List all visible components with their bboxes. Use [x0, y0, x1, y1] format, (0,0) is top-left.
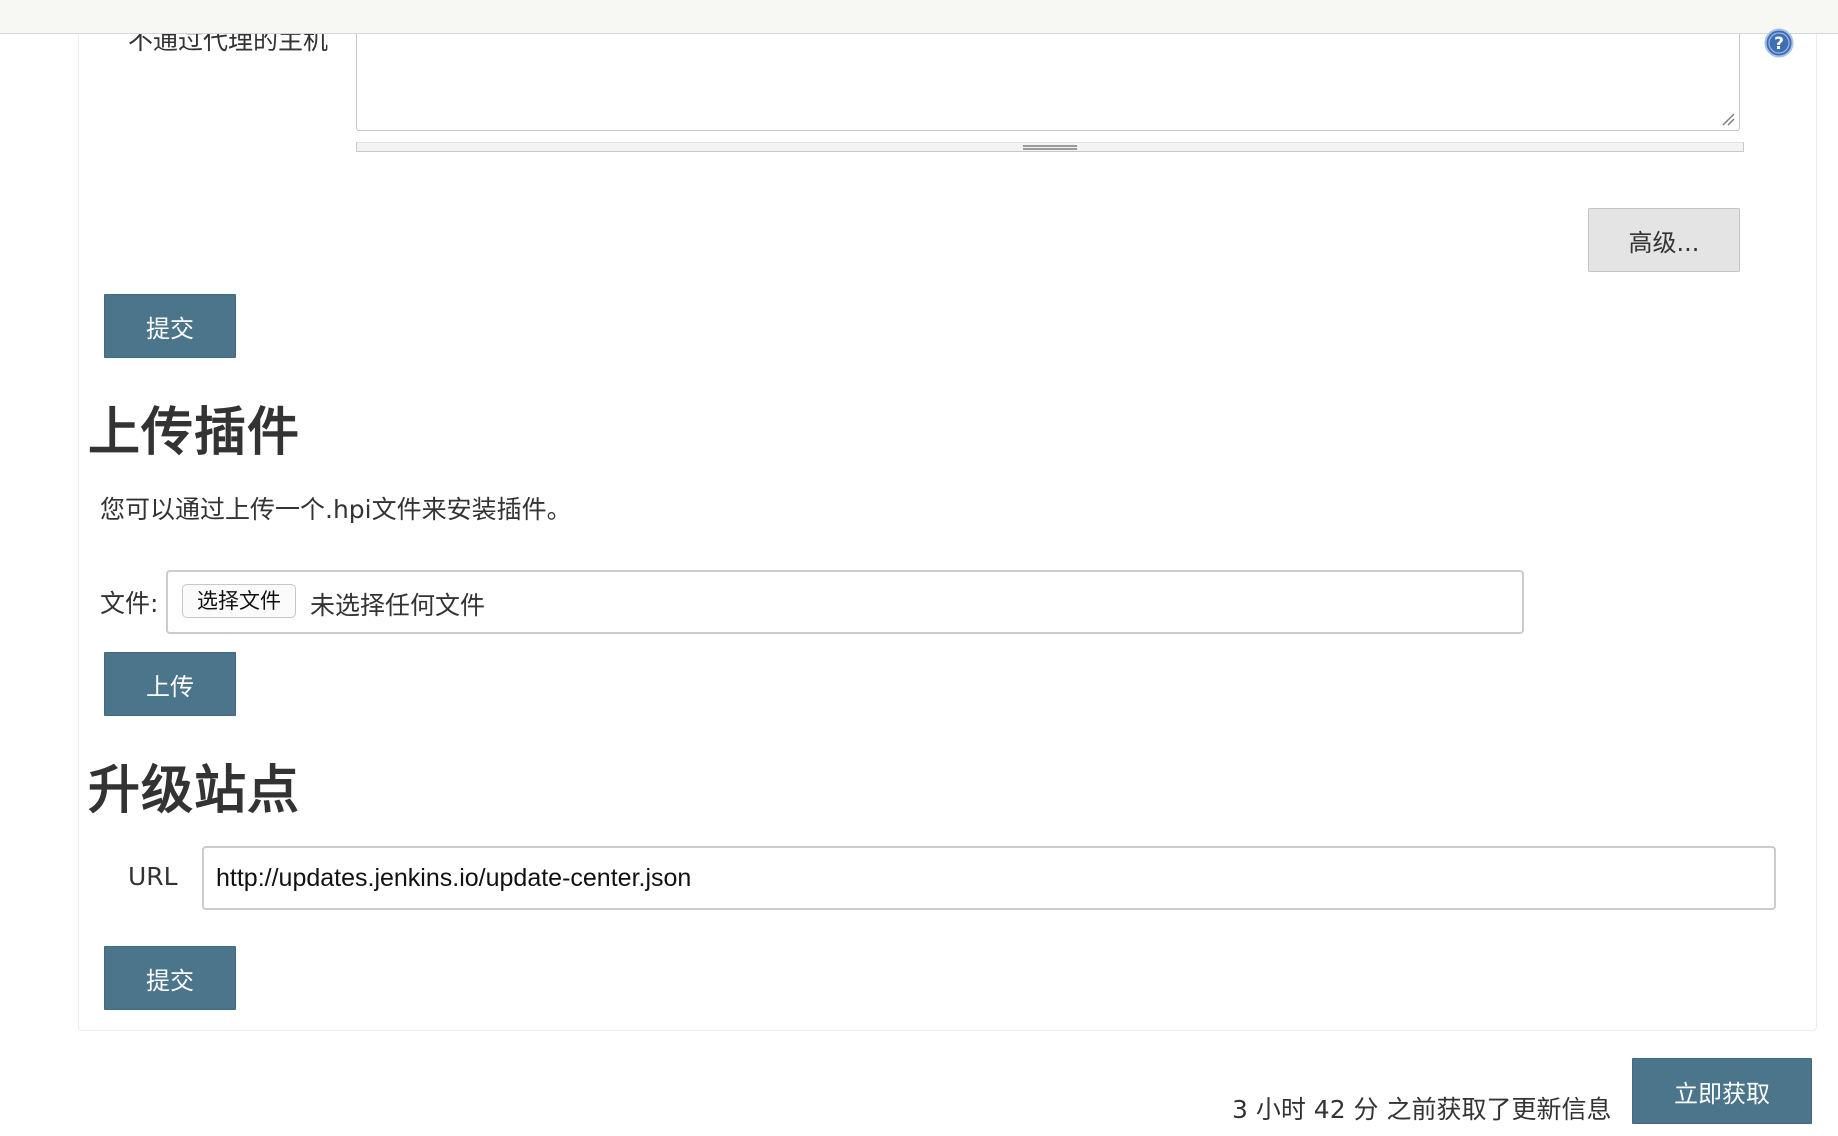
- svg-text:?: ?: [1774, 34, 1784, 54]
- update-site-url-input[interactable]: [202, 846, 1776, 910]
- choose-file-button[interactable]: 选择文件: [182, 584, 296, 618]
- top-header-bar: [0, 0, 1838, 34]
- resize-grip-icon[interactable]: [1721, 112, 1735, 126]
- help-icon[interactable]: ?: [1764, 28, 1794, 58]
- upload-plugin-title: 上传插件: [88, 403, 301, 463]
- upload-button[interactable]: 上传: [104, 652, 236, 716]
- update-site-submit-button[interactable]: 提交: [104, 946, 236, 1010]
- file-label: 文件:: [100, 589, 159, 618]
- check-now-button[interactable]: 立即获取: [1632, 1058, 1812, 1124]
- no-proxy-hosts-textarea[interactable]: [356, 26, 1740, 131]
- advanced-button[interactable]: 高级...: [1588, 208, 1740, 272]
- proxy-submit-button[interactable]: 提交: [104, 294, 236, 358]
- drag-grip-icon: [1023, 145, 1077, 150]
- last-update-text: 3 小时 42 分 之前获取了更新信息: [1232, 1095, 1612, 1124]
- no-file-selected-text: 未选择任何文件: [310, 591, 486, 620]
- update-site-title: 升级站点: [88, 761, 301, 821]
- upload-plugin-description: 您可以通过上传一个.hpi文件来安装插件。: [100, 495, 572, 524]
- url-label: URL: [128, 862, 178, 891]
- file-input[interactable]: 选择文件 未选择任何文件: [166, 570, 1524, 634]
- textarea-expand-handle[interactable]: [356, 142, 1744, 152]
